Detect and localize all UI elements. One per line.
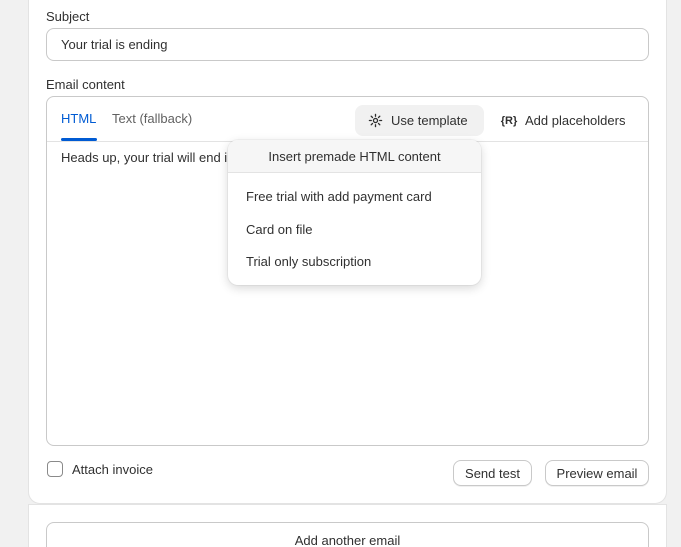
use-template-button[interactable]: Use template xyxy=(355,105,484,136)
attach-invoice-label: Attach invoice xyxy=(72,461,153,477)
menu-item-trial-only-subscription[interactable]: Trial only subscription xyxy=(246,254,371,269)
use-template-label: Use template xyxy=(391,113,468,128)
editor-toolbar: HTML Text (fallback) Use template {R} Ad… xyxy=(47,97,648,142)
attach-invoice-checkbox[interactable] xyxy=(47,461,63,477)
attach-invoice-option[interactable]: Attach invoice xyxy=(47,461,153,477)
menu-item-card-on-file[interactable]: Card on file xyxy=(246,222,312,237)
add-placeholders-button[interactable]: {R} Add placeholders xyxy=(489,105,639,136)
email-content-label: Email content xyxy=(46,77,125,92)
active-tab-indicator xyxy=(61,138,97,141)
add-another-email-button[interactable]: Add another email xyxy=(46,522,649,547)
template-dropdown-menu: Insert premade HTML content Free trial w… xyxy=(228,140,481,285)
add-placeholders-label: Add placeholders xyxy=(525,113,626,128)
subject-label: Subject xyxy=(46,9,90,24)
sparkle-icon xyxy=(367,113,383,128)
menu-item-free-trial-payment-card[interactable]: Free trial with add payment card xyxy=(246,189,432,204)
tab-text-fallback[interactable]: Text (fallback) xyxy=(112,111,192,126)
email-body-text[interactable]: Heads up, your trial will end in xyxy=(61,150,229,165)
braces-icon: {R} xyxy=(500,114,518,127)
subject-input[interactable] xyxy=(46,28,649,61)
dropdown-header: Insert premade HTML content xyxy=(228,140,481,173)
preview-email-button[interactable]: Preview email xyxy=(545,460,649,486)
tab-html[interactable]: HTML xyxy=(61,111,96,126)
send-test-button[interactable]: Send test xyxy=(453,460,532,486)
